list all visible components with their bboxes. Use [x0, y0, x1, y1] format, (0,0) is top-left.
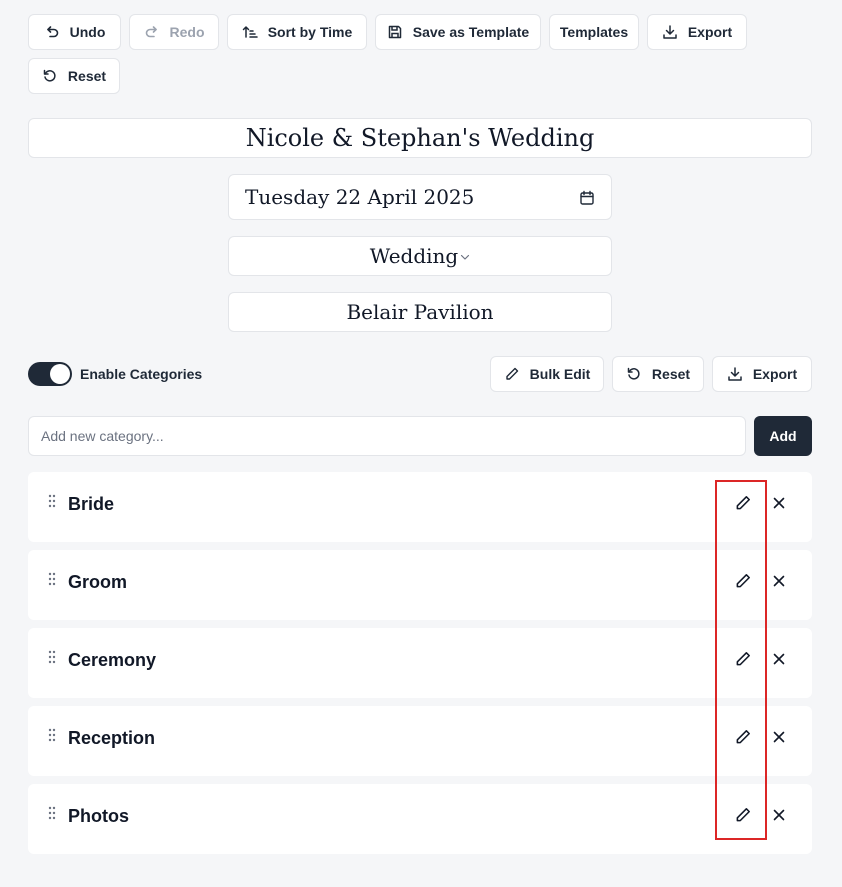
event-venue-field[interactable]: Belair Pavilion: [228, 292, 612, 332]
enable-categories-toggle[interactable]: [28, 362, 72, 386]
delete-x-icon[interactable]: [772, 652, 786, 666]
redo-button[interactable]: Redo: [129, 14, 219, 50]
sort-by-time-button[interactable]: Sort by Time: [227, 14, 367, 50]
add-category-label: Add: [769, 428, 797, 444]
undo-icon: [46, 26, 58, 38]
drag-handle-icon[interactable]: [48, 728, 56, 742]
chevron-down-icon: [461, 254, 470, 260]
delete-x-icon[interactable]: [772, 730, 786, 744]
event-venue: Belair Pavilion: [346, 300, 494, 324]
bulk-edit-label: Bulk Edit: [529, 366, 591, 382]
reset-icon: [627, 367, 640, 380]
bulk-edit-button[interactable]: Bulk Edit: [490, 356, 604, 392]
pencil-icon: [505, 367, 518, 380]
category-card: Ceremony: [28, 628, 812, 698]
categories-reset-label: Reset: [651, 366, 691, 382]
event-type-select[interactable]: Wedding: [228, 236, 612, 276]
undo-button[interactable]: Undo: [28, 14, 121, 50]
category-name: Groom: [68, 572, 128, 592]
category-name: Ceremony: [68, 650, 157, 670]
drag-handle-icon[interactable]: [48, 572, 56, 586]
reset-icon: [43, 69, 56, 82]
add-category-input[interactable]: [28, 416, 746, 456]
category-card: Groom: [28, 550, 812, 620]
save-as-template-button[interactable]: Save as Template: [375, 14, 541, 50]
templates-button[interactable]: Templates: [549, 14, 639, 50]
undo-label: Undo: [69, 24, 106, 40]
add-category-button[interactable]: Add: [754, 416, 812, 456]
drag-handle-icon[interactable]: [48, 494, 56, 508]
event-date-field[interactable]: Tuesday 22 April 2025: [228, 174, 612, 220]
redo-icon: [145, 26, 157, 38]
category-name: Photos: [68, 806, 129, 826]
export-label: Export: [687, 24, 733, 40]
save-icon: [388, 25, 401, 39]
category-card: Photos: [28, 784, 812, 854]
sort-ascending-icon: [242, 26, 258, 38]
enable-categories-label: Enable Categories: [80, 366, 203, 382]
drag-handle-icon[interactable]: [48, 650, 56, 664]
event-title-field[interactable]: Nicole & Stephan's Wedding: [28, 118, 812, 158]
redo-label: Redo: [169, 24, 205, 40]
event-type: Wedding: [369, 244, 459, 268]
sort-by-time-label: Sort by Time: [267, 24, 353, 40]
calendar-icon[interactable]: [579, 190, 595, 206]
edit-buttons-highlight: [715, 480, 767, 840]
categories-export-button[interactable]: Export: [712, 356, 812, 392]
delete-x-icon[interactable]: [772, 496, 786, 510]
category-card: Reception: [28, 706, 812, 776]
reset-button[interactable]: Reset: [28, 58, 120, 94]
event-date: Tuesday 22 April 2025: [245, 185, 475, 209]
delete-x-icon[interactable]: [772, 808, 786, 822]
reset-label: Reset: [67, 68, 107, 84]
event-title: Nicole & Stephan's Wedding: [245, 124, 595, 152]
category-name: Reception: [68, 728, 156, 748]
categories-reset-button[interactable]: Reset: [612, 356, 704, 392]
download-icon: [663, 25, 677, 39]
categories-export-label: Export: [752, 366, 798, 382]
export-button[interactable]: Export: [647, 14, 747, 50]
download-icon: [728, 367, 742, 381]
drag-handle-icon[interactable]: [48, 806, 56, 820]
delete-x-icon[interactable]: [772, 574, 786, 588]
toggle-knob: [50, 364, 70, 384]
category-name: Bride: [68, 494, 115, 514]
templates-label: Templates: [559, 24, 629, 40]
save-as-template-label: Save as Template: [412, 24, 530, 40]
category-card: Bride: [28, 472, 812, 542]
